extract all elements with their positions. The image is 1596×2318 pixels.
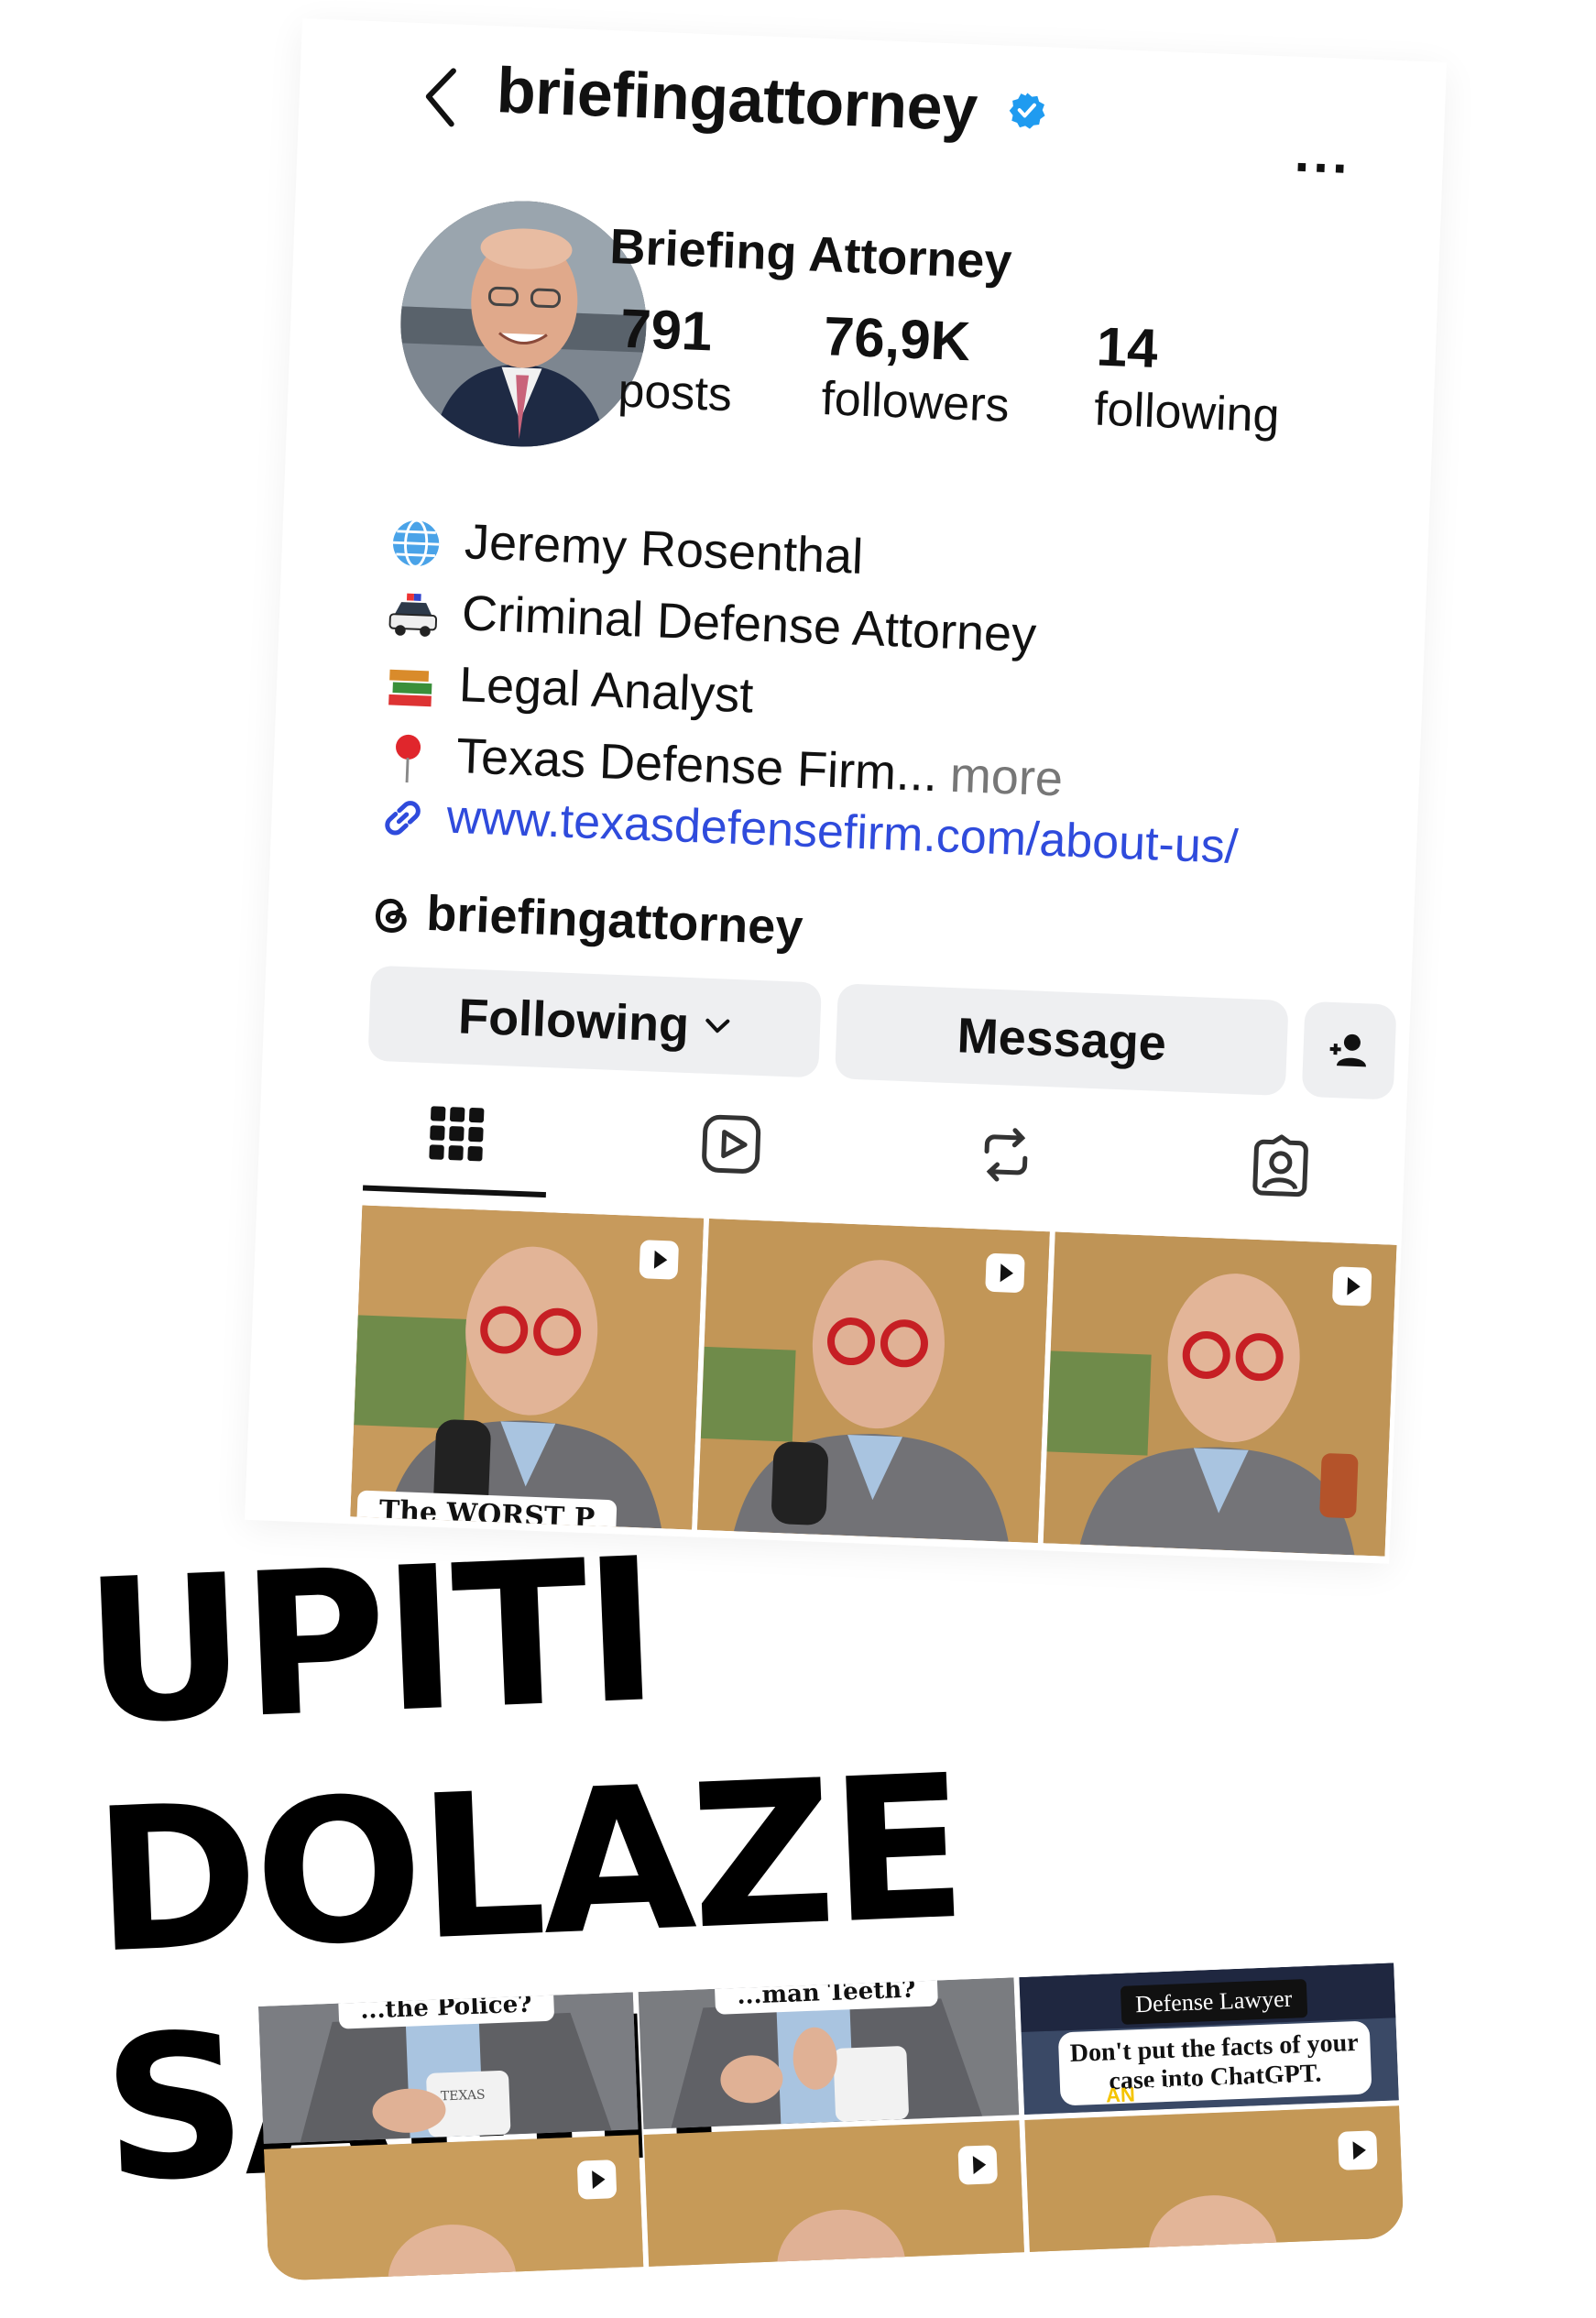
reel-icon (1332, 1266, 1372, 1307)
message-button-label: Message (956, 1008, 1167, 1071)
post-thumbnail[interactable] (1024, 2105, 1405, 2258)
post-thumbnail[interactable] (696, 1218, 1051, 1544)
reposts-icon[interactable] (973, 1121, 1040, 1188)
reel-icon (577, 2159, 618, 2200)
profile-screenshot-card: briefingattorney ... Briefing Attorney 7… (245, 18, 1448, 1564)
globe-icon (392, 519, 440, 568)
post-thumbnail[interactable]: ...man Teeth? (639, 1977, 1019, 2129)
post-thumbnail[interactable]: Defense Lawyer Don't put the facts of yo… (1019, 1963, 1399, 2116)
reel-icon (639, 1240, 679, 1280)
profile-username: briefingattorney (496, 53, 1047, 148)
post-thumbnail[interactable] (644, 2120, 1024, 2272)
bio-name: Jeremy Rosenthal (464, 514, 865, 585)
reels-icon[interactable] (698, 1111, 765, 1178)
threads-handle: briefingattorney (425, 885, 804, 956)
reel-icon (957, 2145, 998, 2185)
add-user-icon (1329, 1033, 1366, 1067)
profile-header: briefingattorney ... (298, 18, 1447, 191)
headline-line-1: UPITI DOLAZE (80, 1515, 967, 1997)
books-icon (388, 669, 432, 706)
more-options-icon[interactable]: ... (1294, 121, 1353, 186)
following-value: 14 (1095, 315, 1159, 380)
suggested-users-button[interactable] (1301, 1000, 1397, 1100)
bio-title: Criminal Defense Attorney (461, 585, 1038, 663)
posts-count[interactable]: 791 posts (617, 297, 735, 423)
police-car-icon (388, 593, 438, 637)
post-footer-an: AN (1105, 2083, 1136, 2107)
posts-grid-continued: TEXAS ...the Police? ...man Teeth? Defen… (258, 1963, 1405, 2281)
post-thumbnail[interactable] (263, 2135, 644, 2281)
threads-icon (375, 898, 407, 933)
back-arrow-icon[interactable] (421, 64, 461, 129)
following-label: following (1093, 382, 1281, 443)
link-icon (385, 801, 421, 836)
followers-label: followers (820, 372, 1011, 432)
bio-more-link[interactable]: more (949, 748, 1064, 807)
tagged-icon[interactable] (1247, 1132, 1314, 1199)
following-count[interactable]: 14 following (1093, 315, 1283, 444)
defense-lawyer-tag: Defense Lawyer (1120, 1979, 1308, 2025)
bio-ellipsis: ... (894, 745, 939, 803)
posts-label: posts (617, 364, 733, 422)
post-thumbnail[interactable]: The WORST P (350, 1205, 704, 1530)
bio-firm: Texas Defense Firm (455, 728, 898, 801)
grid-icon[interactable] (423, 1100, 490, 1167)
post-thumbnail[interactable]: TEXAS ...the Police? (258, 1992, 639, 2144)
active-tab-indicator (362, 1185, 547, 1198)
mug-text: TEXAS (441, 2088, 486, 2105)
profile-bio: Jeremy Rosenthal Criminal Defense Attorn… (378, 503, 1305, 824)
followers-value: 76,9K (822, 305, 972, 373)
reel-icon (985, 1253, 1025, 1293)
reel-icon (1338, 2130, 1378, 2170)
pushpin-icon (396, 734, 421, 782)
followers-count[interactable]: 76,9K followers (820, 304, 1012, 433)
posts-value: 791 (618, 297, 714, 363)
following-button-label: Following (457, 989, 691, 1053)
message-button[interactable]: Message (835, 983, 1289, 1097)
chevron-down-icon (705, 1018, 730, 1033)
display-name: Briefing Attorney (608, 219, 1013, 290)
threads-badge[interactable]: briefingattorney (372, 883, 803, 957)
verified-badge-icon (1009, 92, 1045, 129)
username-text: briefingattorney (495, 54, 979, 145)
bio-role: Legal Analyst (458, 657, 755, 724)
following-button[interactable]: Following (367, 965, 823, 1078)
